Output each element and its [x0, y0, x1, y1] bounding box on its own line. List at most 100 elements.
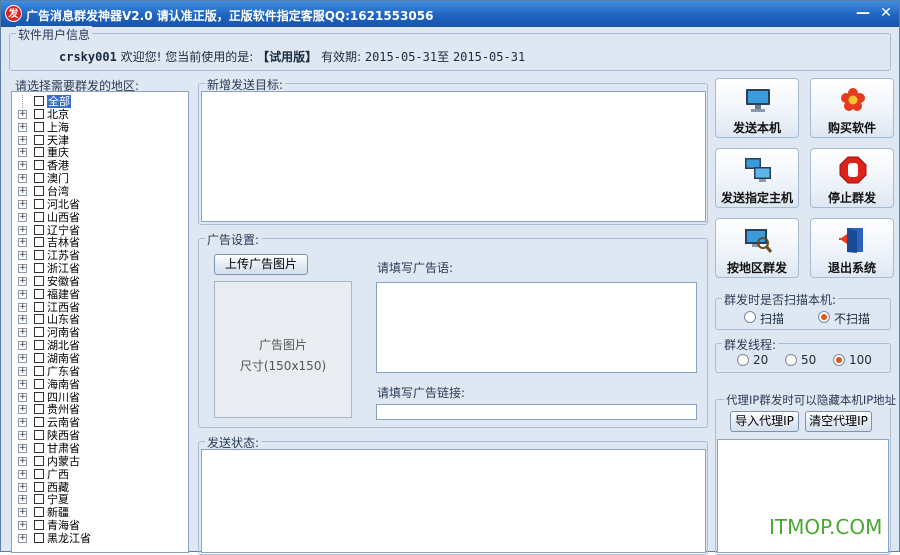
exit-label: 退出系统 — [827, 261, 876, 275]
region-checkbox[interactable] — [34, 134, 44, 145]
region-label: 宁夏 — [47, 493, 69, 507]
expand-icon[interactable]: + — [18, 212, 27, 222]
status-log[interactable] — [201, 449, 706, 553]
expand-icon[interactable]: + — [18, 302, 27, 312]
region-checkbox[interactable] — [34, 507, 44, 518]
region-label: 辽宁省 — [47, 223, 80, 237]
expand-icon[interactable]: + — [18, 161, 27, 171]
clear-proxy-button[interactable]: 清空代理IP — [805, 411, 872, 432]
ad-link-label: 请填写广告链接: — [377, 386, 466, 400]
region-checkbox[interactable] — [34, 520, 44, 531]
region-checkbox[interactable] — [34, 288, 44, 299]
region-checkbox[interactable] — [34, 455, 44, 466]
ad-image-placeholder[interactable]: 广告图片 尺寸(150x150) — [214, 281, 352, 418]
expand-icon[interactable]: + — [18, 418, 27, 428]
exit-button[interactable]: 退出系统 — [810, 218, 894, 278]
region-checkbox[interactable] — [34, 224, 44, 235]
expand-icon[interactable]: + — [18, 456, 27, 466]
expand-icon[interactable]: + — [18, 379, 27, 389]
expand-icon[interactable]: + — [18, 366, 27, 376]
region-label: 河北省 — [47, 197, 80, 211]
region-checkbox[interactable] — [34, 378, 44, 389]
send-host-button[interactable]: 发送指定主机 — [715, 148, 799, 208]
region-checkbox[interactable] — [34, 211, 44, 222]
region-checkbox[interactable] — [34, 160, 44, 171]
expand-icon[interactable]: + — [18, 109, 27, 119]
stop-hand-icon — [839, 156, 867, 184]
targets-textarea[interactable] — [201, 91, 706, 222]
region-checkbox[interactable] — [34, 404, 44, 415]
expand-icon[interactable]: + — [18, 508, 27, 518]
version-badge: 【试用版】 — [257, 50, 318, 64]
expand-icon[interactable]: + — [18, 186, 27, 196]
expand-icon[interactable]: + — [18, 431, 27, 441]
region-checkbox[interactable] — [34, 327, 44, 338]
region-checkbox[interactable] — [34, 237, 44, 248]
expand-icon[interactable]: + — [18, 315, 27, 325]
expand-icon[interactable]: + — [18, 264, 27, 274]
region-tree[interactable]: 全部 + 北京 + 上海 + 天津 + 重庆 + 香港 + 澳门 + 台湾 + 河北省 + 山西省 + 辽宁省 + 吉林省 +… — [11, 91, 189, 553]
region-checkbox[interactable] — [34, 96, 44, 106]
region-label: 山东省 — [47, 313, 80, 327]
stop-button[interactable]: 停止群发 — [810, 148, 894, 208]
scan-no-label: 不扫描 — [834, 312, 871, 326]
region-checkbox[interactable] — [34, 301, 44, 312]
region-checkbox[interactable] — [34, 198, 44, 209]
expand-icon[interactable]: + — [18, 533, 27, 543]
region-send-button[interactable]: 按地区群发 — [715, 218, 799, 278]
ad-link-input[interactable] — [376, 404, 697, 420]
region-checkbox[interactable] — [34, 250, 44, 261]
expand-icon[interactable]: + — [18, 392, 27, 402]
buy-button[interactable]: 购买软件 — [810, 78, 894, 138]
region-checkbox[interactable] — [34, 340, 44, 351]
region-checkbox[interactable] — [34, 494, 44, 505]
expand-icon[interactable]: + — [18, 405, 27, 415]
region-checkbox[interactable] — [34, 532, 44, 543]
region-checkbox[interactable] — [34, 263, 44, 274]
expand-icon[interactable]: + — [18, 521, 27, 531]
region-checkbox[interactable] — [34, 468, 44, 479]
expand-icon[interactable]: + — [18, 276, 27, 286]
expand-icon[interactable]: + — [18, 148, 27, 158]
close-button[interactable]: ✕ — [876, 4, 896, 23]
region-checkbox[interactable] — [34, 275, 44, 286]
expand-icon[interactable]: + — [18, 225, 27, 235]
expand-icon[interactable]: + — [18, 122, 27, 132]
minimize-button[interactable]: — — [853, 4, 873, 23]
expand-icon[interactable]: + — [18, 238, 27, 248]
expand-icon[interactable]: + — [18, 469, 27, 479]
expand-icon[interactable]: + — [18, 341, 27, 351]
region-checkbox[interactable] — [34, 314, 44, 325]
region-checkbox[interactable] — [34, 147, 44, 158]
expand-icon[interactable]: + — [18, 289, 27, 299]
expand-icon[interactable]: + — [18, 443, 27, 453]
region-checkbox[interactable] — [34, 108, 44, 119]
region-label: 广西 — [47, 467, 69, 481]
expand-icon[interactable]: + — [18, 482, 27, 492]
expand-icon[interactable]: + — [18, 328, 27, 338]
region-checkbox[interactable] — [34, 430, 44, 441]
expand-icon[interactable]: + — [18, 174, 27, 184]
region-checkbox[interactable] — [34, 185, 44, 196]
username: crsky001 — [59, 50, 117, 64]
valid-from: 2015-05-31 — [364, 50, 438, 64]
region-checkbox[interactable] — [34, 417, 44, 428]
region-checkbox[interactable] — [34, 121, 44, 132]
region-checkbox[interactable] — [34, 442, 44, 453]
user-info-title: 软件用户信息 — [16, 26, 93, 43]
upload-image-button[interactable]: 上传广告图片 — [214, 254, 308, 275]
region-checkbox[interactable] — [34, 353, 44, 363]
expand-icon[interactable]: + — [18, 495, 27, 505]
expand-icon[interactable]: + — [18, 199, 27, 209]
import-proxy-button[interactable]: 导入代理IP — [730, 411, 799, 432]
region-checkbox[interactable] — [34, 365, 44, 376]
region-checkbox[interactable] — [34, 391, 44, 402]
region-checkbox[interactable] — [34, 481, 44, 492]
expand-icon[interactable]: + — [18, 251, 27, 261]
ad-text-input[interactable] — [376, 282, 697, 373]
send-local-button[interactable]: 发送本机 — [715, 78, 799, 138]
expand-icon[interactable]: + — [18, 135, 27, 145]
expand-icon[interactable]: + — [18, 354, 27, 363]
network-monitors-icon — [745, 158, 771, 182]
region-checkbox[interactable] — [34, 173, 44, 184]
